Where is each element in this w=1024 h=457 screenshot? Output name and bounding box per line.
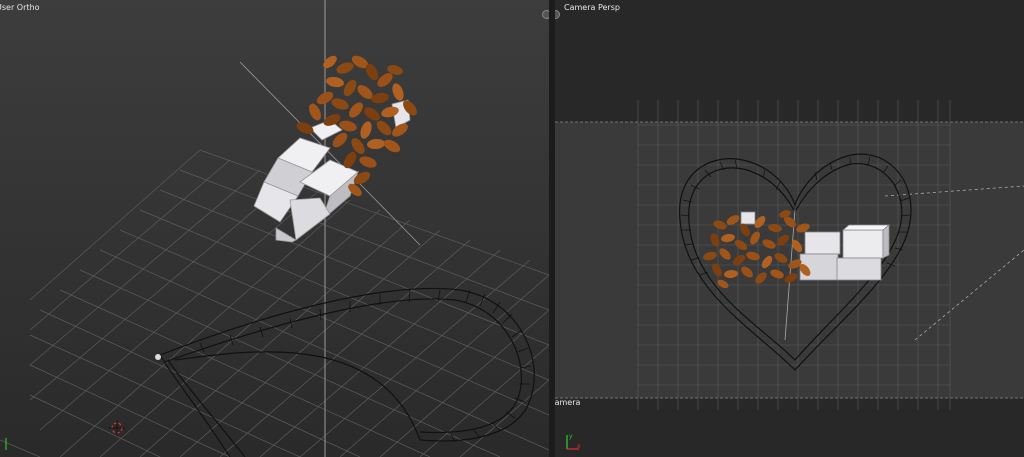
left-scene (0, 0, 549, 457)
viewport-label-right: Camera Persp (564, 3, 620, 12)
heart-wireframe (159, 287, 535, 457)
viewport-user-ortho[interactable]: User Ortho (0, 0, 549, 457)
viewport-camera-persp[interactable]: x y Camera Persp Camera (555, 0, 1024, 457)
svg-text:y: y (569, 433, 573, 440)
camera-name-label: Camera (555, 398, 581, 407)
object-origin (155, 354, 161, 360)
svg-text:x: x (577, 443, 581, 450)
right-scene: x y (555, 0, 1024, 457)
passepartout-top (555, 0, 1024, 122)
viewport-label-left: User Ortho (0, 3, 40, 12)
camera-frame (555, 122, 1024, 398)
view-corner-icon[interactable] (542, 10, 549, 19)
passepartout-bottom (555, 398, 1024, 457)
